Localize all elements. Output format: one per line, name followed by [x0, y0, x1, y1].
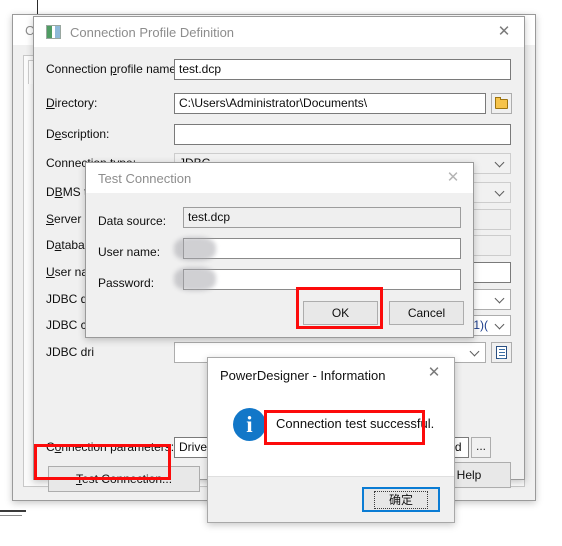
- test-connection-titlebar: Test Connection ✕: [86, 163, 473, 193]
- label-database: Databas: [46, 238, 91, 252]
- field-row-directory: Directory: C:\Users\Administrator\Docume…: [34, 93, 524, 115]
- field-row-profile-name: Connection profile name: test.dcp: [34, 59, 524, 81]
- info-icon: i: [233, 408, 266, 441]
- label-data-source: Data source:: [98, 214, 167, 228]
- chevron-down-icon: [471, 347, 480, 356]
- info-glyph: i: [246, 412, 253, 437]
- cpd-title: Connection Profile Definition: [70, 24, 235, 40]
- screen-root: Co ✕ O Connection Profile Definition: [0, 0, 562, 546]
- browse-folder-button[interactable]: [491, 93, 512, 114]
- profile-icon: [46, 25, 61, 39]
- field-row-description: Description:: [34, 124, 524, 146]
- information-ok-button[interactable]: 确定: [362, 487, 440, 512]
- information-ok-label: 确定: [373, 490, 428, 509]
- close-icon[interactable]: ✕: [484, 17, 524, 46]
- powerdesigner-information-dialog[interactable]: PowerDesigner - Information ✕ i Connecti…: [207, 357, 455, 523]
- data-source-input[interactable]: test.dcp: [183, 207, 461, 228]
- label-connection-parameters: Connection parameters:: [46, 440, 175, 454]
- window-edge-marker: [0, 510, 26, 512]
- connection-parameters-ellipsis-button[interactable]: ...: [471, 437, 491, 458]
- user-name-blur-overlay: [174, 237, 216, 261]
- chevron-down-icon: [496, 187, 505, 196]
- close-icon[interactable]: ✕: [414, 358, 454, 387]
- label-description: Description:: [46, 127, 110, 141]
- chevron-down-icon: [496, 158, 505, 167]
- tc-user-name-input[interactable]: [183, 238, 461, 259]
- information-footer: 确定: [208, 476, 454, 522]
- information-message: Connection test successful.: [276, 416, 435, 431]
- test-connection-ok-button[interactable]: OK: [303, 301, 378, 325]
- close-icon[interactable]: ✕: [433, 163, 473, 192]
- chevron-down-icon: [496, 320, 505, 329]
- test-connection-dialog[interactable]: Test Connection ✕ Data source: test.dcp …: [85, 162, 474, 338]
- test-connection-button[interactable]: Test Connection...: [48, 466, 200, 492]
- directory-input[interactable]: C:\Users\Administrator\Documents\: [174, 93, 486, 114]
- label-jdbc-driver-jar: JDBC dri: [46, 345, 95, 359]
- cpd-titlebar: Connection Profile Definition ✕: [34, 17, 524, 47]
- description-input[interactable]: [174, 124, 511, 145]
- label-connection-profile-name: Connection profile name:: [46, 62, 180, 76]
- tc-password-input[interactable]: [183, 269, 461, 290]
- chevron-down-icon: [496, 294, 505, 303]
- test-connection-cancel-button[interactable]: Cancel: [389, 301, 464, 325]
- test-connection-title: Test Connection: [98, 170, 192, 186]
- label-tc-password: Password:: [98, 276, 155, 290]
- document-icon: [496, 346, 507, 359]
- password-blur-overlay: [174, 267, 216, 291]
- label-tc-user-name: User name:: [98, 245, 161, 259]
- window-edge-marker-2: [0, 515, 22, 516]
- jdbc-driver-jar-browse-button[interactable]: [491, 342, 512, 363]
- label-directory: Directory:: [46, 96, 98, 110]
- information-body: i Connection test successful.: [208, 392, 454, 478]
- test-connection-button-label: Test Connection...: [75, 472, 173, 486]
- information-title: PowerDesigner - Information: [220, 367, 386, 383]
- connection-profile-name-input[interactable]: test.dcp: [174, 59, 511, 80]
- information-titlebar: PowerDesigner - Information ✕: [208, 358, 454, 392]
- folder-icon: [495, 96, 508, 109]
